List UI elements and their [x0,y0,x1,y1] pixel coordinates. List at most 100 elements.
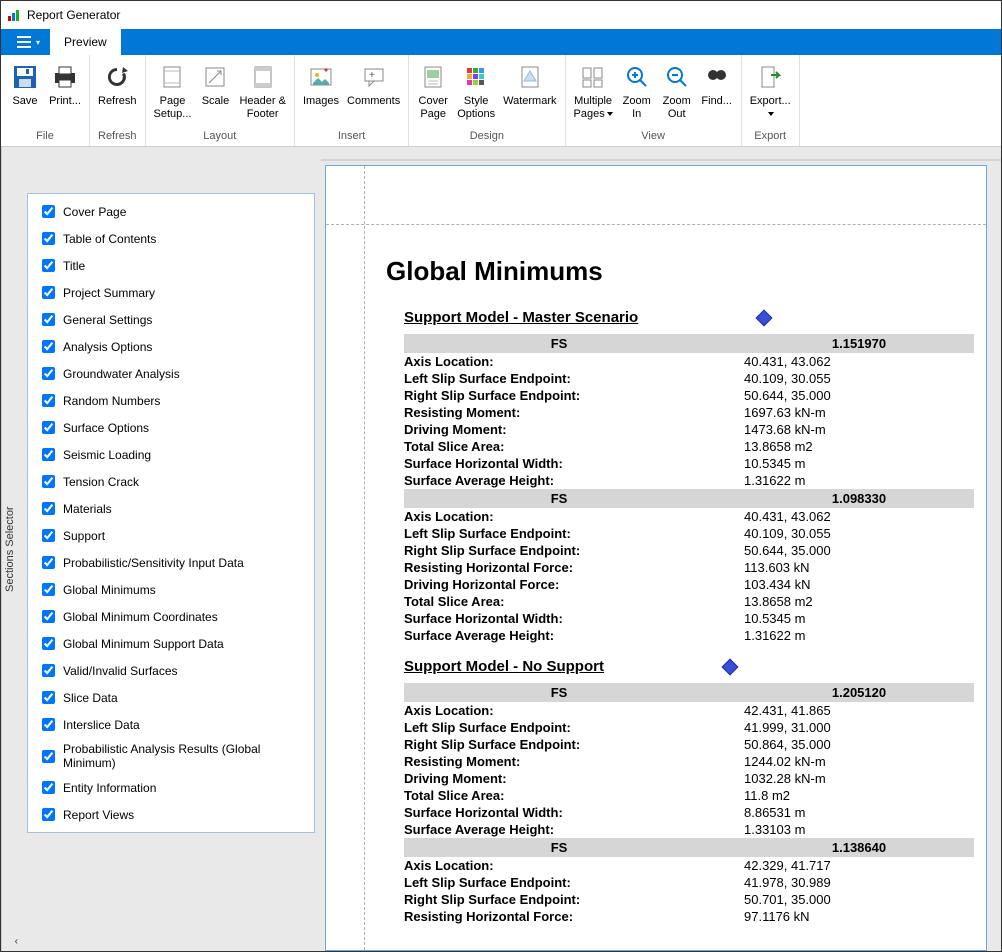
section-label: Materials [63,502,112,516]
section-label: Global Minimum Support Data [63,637,224,651]
section-item[interactable]: Project Summary [28,279,314,306]
section-checkbox[interactable] [42,664,55,677]
fs-header: FS1.098330 [404,489,974,508]
section-label: Probabilistic/Sensitivity Input Data [63,556,244,570]
refresh-button[interactable]: Refresh [94,59,141,130]
section-checkbox[interactable] [42,340,55,353]
section-label: Entity Information [63,781,156,795]
section-checkbox[interactable] [42,718,55,731]
quick-menu-icon[interactable]: ▾ [7,29,50,55]
section-item[interactable]: Groundwater Analysis [28,360,314,387]
ribbon-group-insert: Images + Comments Insert [295,55,409,146]
section-item[interactable]: Valid/Invalid Surfaces [28,657,314,684]
section-checkbox[interactable] [42,313,55,326]
window-title: Report Generator [27,8,120,22]
ribbon-group-view: Multiple Pages Zoom In Zoom Out Find... … [566,55,742,146]
table-row: Axis Location:42.329, 41.717 [404,857,974,874]
section-label: Global Minimums [63,583,156,597]
section-checkbox[interactable] [42,750,55,763]
section-label: Random Numbers [63,394,160,408]
section-label: Valid/Invalid Surfaces [63,664,178,678]
section-checkbox[interactable] [42,232,55,245]
section-label: Seismic Loading [63,448,151,462]
preview-pane[interactable]: Global Minimums Support Model - Master S… [321,147,1001,951]
section-checkbox[interactable] [42,448,55,461]
scale-button[interactable]: Scale [195,59,235,130]
section-item[interactable]: Surface Options [28,414,314,441]
print-button[interactable]: Print... [45,59,85,130]
section-label: Surface Options [63,421,149,435]
table-row: Resisting Horizontal Force:113.603 kN [404,559,974,576]
fs-header: FS1.205120 [404,683,974,702]
export-icon [757,64,783,90]
section-label: Tension Crack [63,475,139,489]
section-checkbox[interactable] [42,286,55,299]
table-row: Driving Moment:1473.68 kN-m [404,421,974,438]
section-item[interactable]: Slice Data [28,684,314,711]
section-item[interactable]: General Settings [28,306,314,333]
section-checkbox[interactable] [42,502,55,515]
ribbon-group-layout: Page Setup... Scale Header & Footer Layo… [146,55,295,146]
section-item[interactable]: Global Minimums [28,576,314,603]
section-checkbox[interactable] [42,421,55,434]
section-checkbox[interactable] [42,610,55,623]
section-item[interactable]: Cover Page [28,198,314,225]
section-label: Project Summary [63,286,155,300]
section-item[interactable]: Analysis Options [28,333,314,360]
section-item[interactable]: Tension Crack [28,468,314,495]
cover-page-button[interactable]: Cover Page [413,59,453,130]
table-row: Right Slip Surface Endpoint:50.644, 35.0… [404,542,974,559]
multiple-pages-button[interactable]: Multiple Pages [570,59,617,130]
header-footer-button[interactable]: Header & Footer [235,59,289,130]
save-button[interactable]: Save [5,59,45,130]
section-item[interactable]: Report Views [28,801,314,828]
page-setup-icon [159,64,185,90]
tab-preview[interactable]: Preview [50,29,121,55]
table-row: Surface Horizontal Width:10.5345 m [404,455,974,472]
zoom-in-button[interactable]: Zoom In [617,59,657,130]
section-label: Probabilistic Analysis Results (Global M… [63,742,304,770]
app-icon [7,8,21,22]
section-item[interactable]: Global Minimum Support Data [28,630,314,657]
images-button[interactable]: Images [299,59,343,130]
section-item[interactable]: Entity Information [28,774,314,801]
section-item[interactable]: Probabilistic Analysis Results (Global M… [28,738,314,774]
find-button[interactable]: Find... [697,59,737,130]
export-button[interactable]: Export... [746,59,795,130]
section-checkbox[interactable] [42,556,55,569]
section-checkbox[interactable] [42,259,55,272]
section-item[interactable]: Table of Contents [28,225,314,252]
section-item[interactable]: Global Minimum Coordinates [28,603,314,630]
section-checkbox[interactable] [42,637,55,650]
chevron-down-icon [768,112,774,116]
section-item[interactable]: Interslice Data [28,711,314,738]
section-item[interactable]: Random Numbers [28,387,314,414]
ribbon-group-refresh: Refresh Refresh [90,55,146,146]
watermark-button[interactable]: Watermark [499,59,560,130]
section-checkbox[interactable] [42,367,55,380]
table-row: Total Slice Area:11.8 m2 [404,787,974,804]
table-row: Resisting Moment:1697.63 kN-m [404,404,974,421]
diamond-icon [756,309,773,326]
section-checkbox[interactable] [42,781,55,794]
style-options-button[interactable]: Style Options [453,59,499,130]
table-row: Total Slice Area:13.8658 m2 [404,593,974,610]
comments-button[interactable]: + Comments [343,59,404,130]
sections-selector-tab[interactable]: ‹ Sections Selector [1,147,21,951]
section-item[interactable]: Materials [28,495,314,522]
table-row: Right Slip Surface Endpoint:50.644, 35.0… [404,387,974,404]
section-checkbox[interactable] [42,691,55,704]
section-item[interactable]: Seismic Loading [28,441,314,468]
page-setup-button[interactable]: Page Setup... [150,59,196,130]
section-item[interactable]: Title [28,252,314,279]
zoom-out-button[interactable]: Zoom Out [657,59,697,130]
section-checkbox[interactable] [42,475,55,488]
section-checkbox[interactable] [42,529,55,542]
section-checkbox[interactable] [42,808,55,821]
section-checkbox[interactable] [42,583,55,596]
section-item[interactable]: Support [28,522,314,549]
section-checkbox[interactable] [42,205,55,218]
section-item[interactable]: Probabilistic/Sensitivity Input Data [28,549,314,576]
table-row: Surface Average Height:1.31622 m [404,472,974,489]
section-checkbox[interactable] [42,394,55,407]
